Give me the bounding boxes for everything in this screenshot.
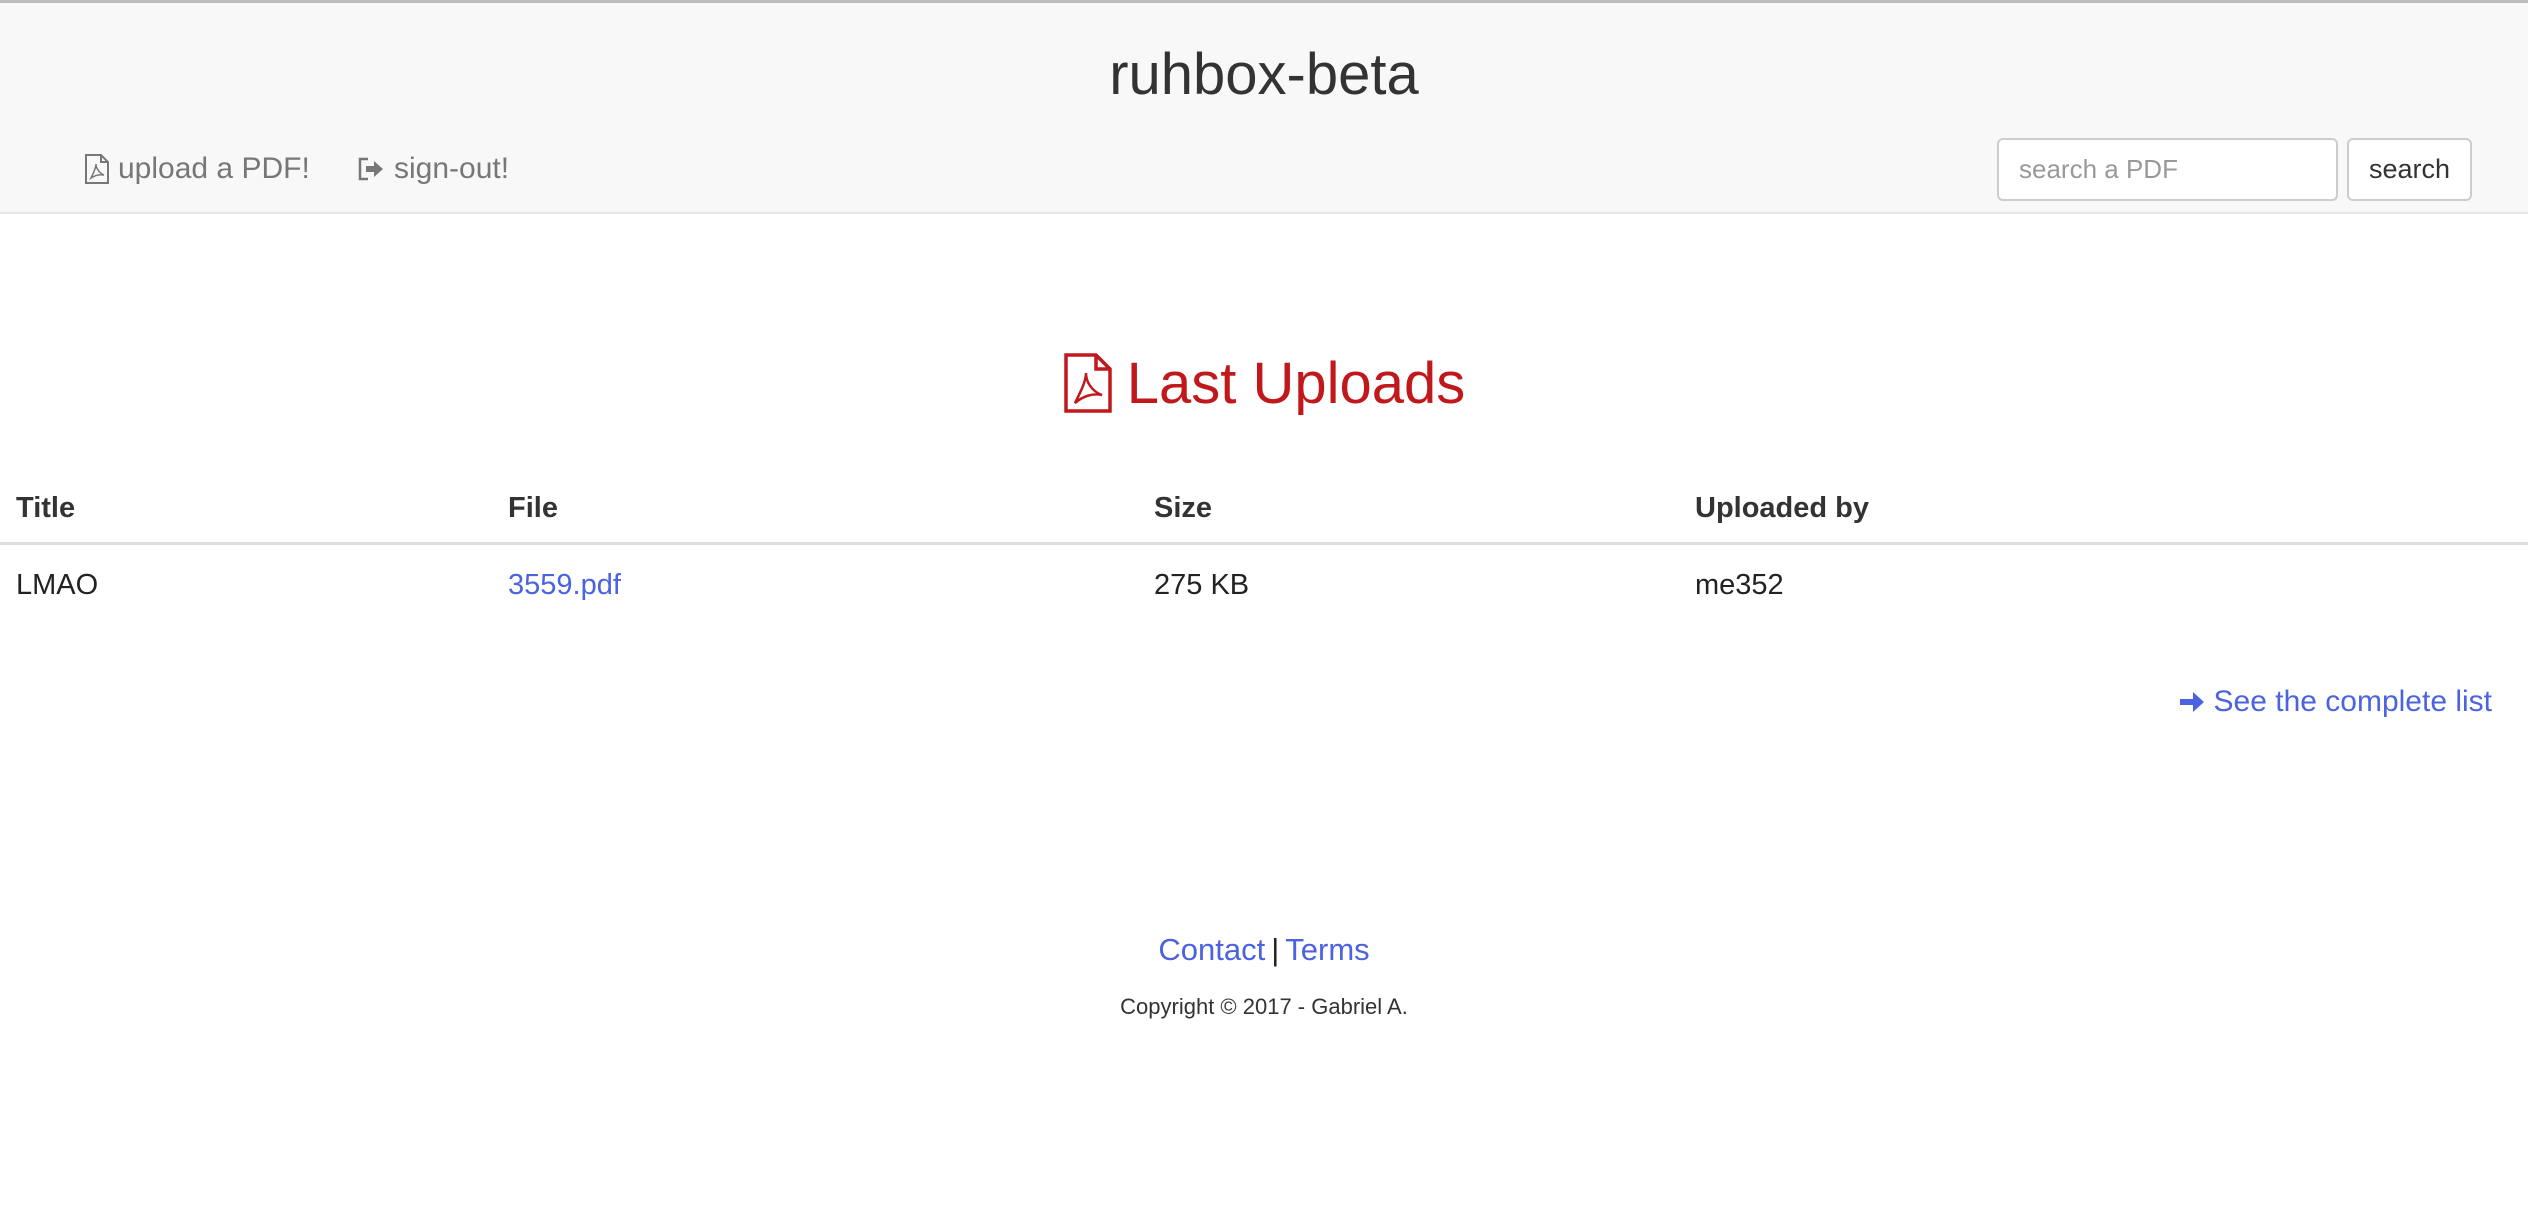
row-file-link[interactable]: 3559.pdf xyxy=(508,549,621,621)
footer-separator: | xyxy=(1271,932,1280,967)
navbar: ruhbox-beta upload a PDF! sign-out! sear… xyxy=(0,0,2528,214)
arrow-right-icon xyxy=(2179,692,2204,712)
sign-out-label: sign-out! xyxy=(394,152,510,185)
file-pdf-icon xyxy=(85,154,109,184)
brand-title[interactable]: ruhbox-beta xyxy=(0,39,2528,111)
search-button[interactable]: search xyxy=(2347,138,2472,201)
row-size: 275 KB xyxy=(1154,569,1250,601)
row-title: LMAO xyxy=(16,569,99,601)
upload-pdf-link[interactable]: upload a PDF! xyxy=(84,147,310,191)
page-title: Last Uploads xyxy=(1126,350,1466,416)
uploads-table: Title File Size Uploaded by LMAO 3559.pd… xyxy=(0,472,2528,617)
file-pdf-icon xyxy=(1063,353,1112,413)
upload-pdf-label: upload a PDF! xyxy=(118,152,310,185)
see-complete-list-link[interactable]: See the complete list xyxy=(2178,680,2492,724)
footer-links: Contact | Terms xyxy=(0,928,2528,972)
terms-link[interactable]: Terms xyxy=(1285,932,1369,967)
last-uploads-heading: Last Uploads xyxy=(0,348,2528,418)
search-input[interactable] xyxy=(1997,138,2338,201)
sign-out-link[interactable]: sign-out! xyxy=(356,147,509,191)
table-row: LMAO 3559.pdf 275 KB me352 xyxy=(0,545,2528,617)
column-header-file: File xyxy=(508,492,558,524)
copyright-text: Copyright © 2017 - Gabriel A. xyxy=(1120,994,1408,1019)
see-complete-list-label: See the complete list xyxy=(2213,685,2492,718)
sign-out-icon xyxy=(358,157,383,181)
table-header-row: Title File Size Uploaded by xyxy=(0,472,2528,545)
column-header-uploaded-by: Uploaded by xyxy=(1695,492,1870,524)
column-header-size: Size xyxy=(1154,492,1213,524)
contact-link[interactable]: Contact xyxy=(1158,932,1265,967)
column-header-title: Title xyxy=(16,492,76,524)
row-uploaded-by: me352 xyxy=(1695,569,1784,601)
